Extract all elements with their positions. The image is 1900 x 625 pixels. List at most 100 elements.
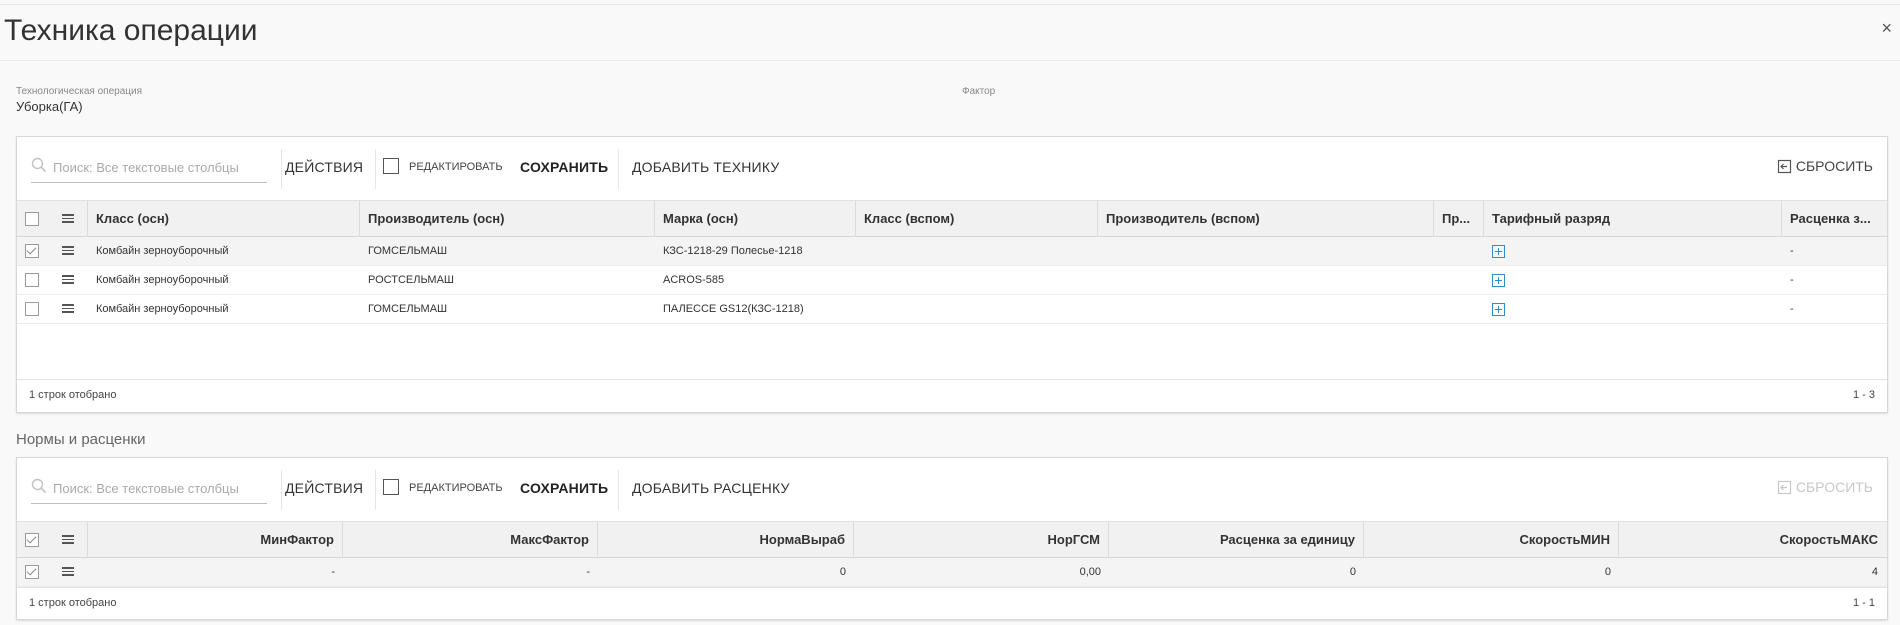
norms-edit-checkbox[interactable]	[383, 479, 399, 495]
cell-manufacturer: РОСТСЕЛЬМАШ	[368, 274, 455, 286]
menu-icon[interactable]	[62, 304, 74, 314]
cell-rate: -	[1790, 245, 1794, 257]
cell-pr	[1434, 295, 1484, 324]
toolbar-separator	[281, 470, 282, 510]
norms-save-button[interactable]: СОХРАНИТЬ	[520, 480, 608, 496]
row-checkbox[interactable]	[25, 302, 39, 316]
equipment-grid-header: Класс (осн) Производитель (осн) Марка (о…	[17, 201, 1887, 237]
column-header[interactable]: СкоростьМИН	[1364, 522, 1619, 558]
menu-icon[interactable]	[62, 214, 74, 224]
equipment-actions-button[interactable]: ДЕЙСТВИЯ	[285, 159, 363, 175]
column-header[interactable]: Производитель (вспом)	[1098, 201, 1434, 237]
norms-section-title: Нормы и расценки	[16, 431, 146, 448]
norms-panel: ДЕЙСТВИЯ РЕДАКТИРОВАТЬ СОХРАНИТЬ ДОБАВИТ…	[16, 457, 1888, 620]
search-icon	[31, 478, 47, 494]
column-header[interactable]: Класс (вспом)	[856, 201, 1098, 237]
menu-icon[interactable]	[62, 246, 74, 256]
cell-tariff	[1484, 295, 1782, 324]
cell-price: 0	[1349, 566, 1356, 578]
cell-tariff	[1484, 266, 1782, 295]
norms-edit-label: РЕДАКТИРОВАТЬ	[409, 482, 503, 494]
column-header[interactable]: Марка (осн)	[655, 201, 856, 237]
norms-actions-button[interactable]: ДЕЙСТВИЯ	[285, 480, 363, 496]
norms-reset-label: СБРОСИТЬ	[1795, 479, 1873, 495]
cell-tariff	[1484, 237, 1782, 266]
add-rate-button[interactable]: ДОБАВИТЬ РАСЦЕНКУ	[632, 480, 790, 496]
norms-grid-footer: 1 строк отобрано 1 - 1	[17, 587, 1887, 617]
toolbar-separator	[618, 149, 619, 189]
cell-class-aux	[856, 295, 1098, 324]
table-row[interactable]: - - 0 0,00 0 0 4	[17, 558, 1887, 587]
column-header[interactable]: Класс (осн)	[88, 201, 360, 237]
cell-pr	[1434, 237, 1484, 266]
column-header[interactable]: МинФактор	[88, 522, 343, 558]
column-header[interactable]: НормаВыраб	[598, 522, 854, 558]
cell-rate: -	[1790, 303, 1794, 315]
norms-grid-header: МинФактор МаксФактор НормаВыраб НорГСМ Р…	[17, 522, 1887, 558]
column-header[interactable]: Тарифный разряд	[1484, 201, 1782, 237]
column-header[interactable]: СкоростьМАКС	[1619, 522, 1886, 558]
cell-class-aux	[856, 266, 1098, 295]
row-checkbox[interactable]	[25, 273, 39, 287]
row-checkbox[interactable]	[25, 565, 39, 579]
pagination-range: 1 - 3	[1852, 389, 1875, 401]
equipment-grid: Класс (осн) Производитель (осн) Марка (о…	[17, 201, 1887, 379]
cell-manufacturer-aux	[1098, 266, 1434, 295]
equipment-search-input[interactable]	[53, 155, 265, 179]
column-header[interactable]: Расценка за единицу	[1109, 522, 1364, 558]
close-icon[interactable]: ×	[1881, 18, 1892, 39]
column-header[interactable]: НорГСМ	[854, 522, 1109, 558]
selection-count: 1 строк отобрано	[29, 597, 117, 609]
equipment-toolbar: ДЕЙСТВИЯ РЕДАКТИРОВАТЬ СОХРАНИТЬ ДОБАВИТ…	[17, 137, 1887, 201]
cell-brand: КЗС-1218-29 Полесье-1218	[663, 245, 803, 257]
cell-min-factor: -	[331, 566, 335, 578]
column-header[interactable]: МаксФактор	[343, 522, 598, 558]
cell-max-factor: -	[586, 566, 590, 578]
reset-icon	[1777, 480, 1791, 494]
equipment-edit-checkbox[interactable]	[383, 158, 399, 174]
norms-search-input[interactable]	[53, 476, 265, 500]
selection-count: 1 строк отобрано	[29, 389, 117, 401]
select-all-checkbox[interactable]	[25, 533, 39, 547]
add-equipment-button[interactable]: ДОБАВИТЬ ТЕХНИКУ	[632, 159, 779, 175]
cell-speed-max: 4	[1871, 566, 1878, 578]
table-row[interactable]: Комбайн зерноуборочный РОСТСЕЛЬМАШ ACROS…	[17, 266, 1887, 295]
top-border	[0, 4, 1900, 5]
menu-icon[interactable]	[62, 567, 74, 577]
row-checkbox[interactable]	[25, 244, 39, 258]
toolbar-separator	[375, 149, 376, 189]
dialog-title: Техника операции	[4, 14, 258, 47]
pagination-range: 1 - 1	[1852, 597, 1875, 609]
table-row[interactable]: Комбайн зерноуборочный ГОМСЕЛЬМАШ КЗС-12…	[17, 237, 1887, 266]
equipment-panel: ДЕЙСТВИЯ РЕДАКТИРОВАТЬ СОХРАНИТЬ ДОБАВИТ…	[16, 136, 1888, 413]
menu-icon[interactable]	[62, 535, 74, 545]
reset-icon	[1777, 159, 1791, 173]
norms-search	[31, 474, 267, 504]
norms-reset-button[interactable]: СБРОСИТЬ	[1777, 479, 1873, 495]
equipment-save-button[interactable]: СОХРАНИТЬ	[520, 159, 608, 175]
cell-manufacturer: ГОМСЕЛЬМАШ	[368, 303, 448, 315]
title-divider	[0, 60, 1900, 61]
norms-toolbar: ДЕЙСТВИЯ РЕДАКТИРОВАТЬ СОХРАНИТЬ ДОБАВИТ…	[17, 458, 1887, 522]
select-all-checkbox[interactable]	[25, 212, 39, 226]
column-header[interactable]: Производитель (осн)	[360, 201, 655, 237]
equipment-search	[31, 153, 267, 183]
menu-icon[interactable]	[62, 275, 74, 285]
column-header[interactable]: Расценка з...	[1782, 201, 1886, 237]
norms-grid: МинФактор МаксФактор НормаВыраб НорГСМ Р…	[17, 522, 1887, 587]
equipment-edit-label: РЕДАКТИРОВАТЬ	[409, 161, 503, 173]
operation-label: Технологическая операция	[16, 86, 143, 97]
cell-class: Комбайн зерноуборочный	[96, 245, 229, 257]
equipment-reset-button[interactable]: СБРОСИТЬ	[1777, 158, 1873, 174]
cell-gsm: 0,00	[1079, 566, 1101, 578]
column-header[interactable]: Пр...	[1434, 201, 1484, 237]
plus-square-icon[interactable]	[1492, 273, 1505, 287]
plus-square-icon[interactable]	[1492, 244, 1505, 258]
table-row[interactable]: Комбайн зерноуборочный ГОМСЕЛЬМАШ ПАЛЕСС…	[17, 295, 1887, 324]
search-icon	[31, 157, 47, 173]
plus-square-icon[interactable]	[1492, 302, 1505, 316]
cell-manufacturer-aux	[1098, 295, 1434, 324]
cell-norm: 0	[839, 566, 846, 578]
cell-pr	[1434, 266, 1484, 295]
grid-empty-area	[17, 324, 1887, 379]
